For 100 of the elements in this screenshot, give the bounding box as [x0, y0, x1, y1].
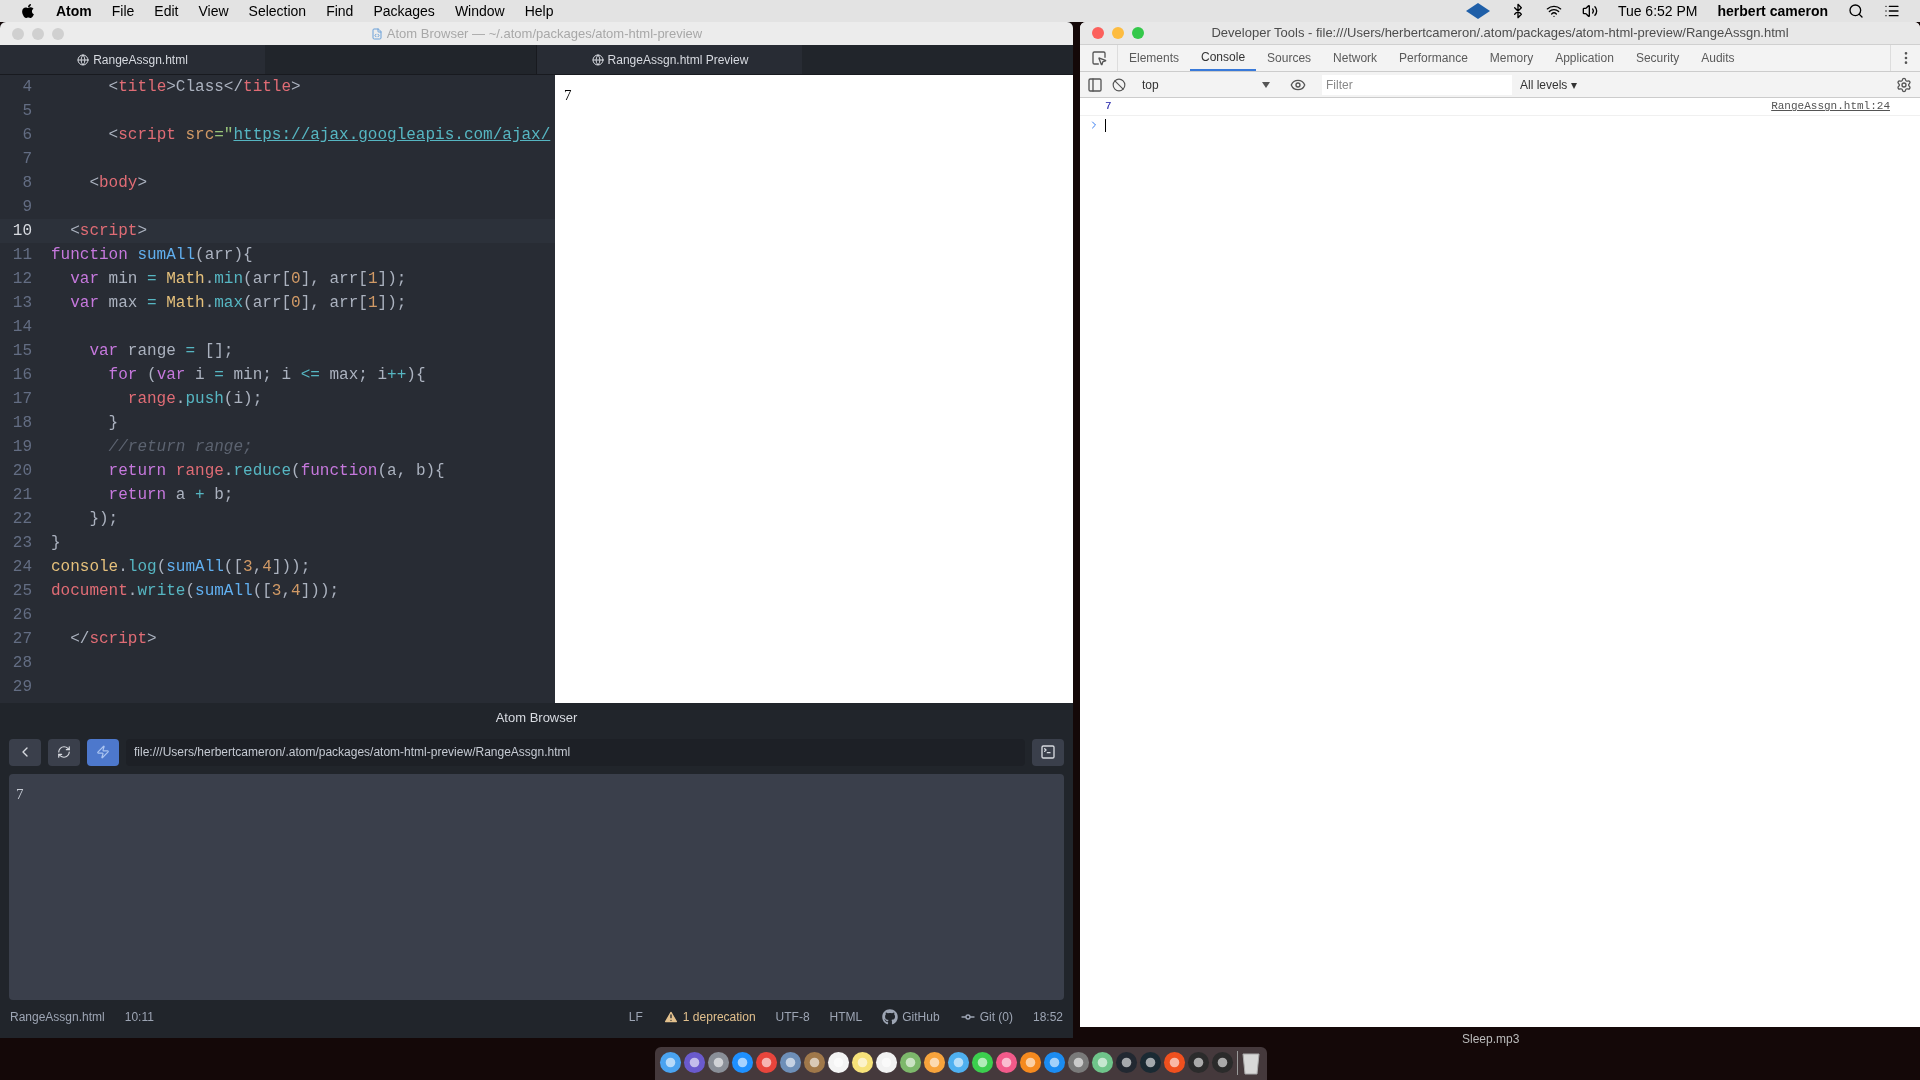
filter-field[interactable]: Filter: [1322, 74, 1512, 95]
console-input-caret[interactable]: [1105, 118, 1106, 132]
devtools-tab[interactable]: Application: [1544, 45, 1625, 71]
editor-tab[interactable]: RangeAssgn.html Preview: [537, 45, 803, 74]
menu-item[interactable]: View: [198, 0, 229, 22]
code-line: //return range;: [107, 437, 253, 458]
line-number: 28: [11, 653, 33, 674]
trash-icon[interactable]: [1241, 1051, 1261, 1075]
line-number: 26: [11, 605, 33, 626]
devtools-tab[interactable]: Audits: [1690, 45, 1746, 71]
menu-app-name[interactable]: Atom: [56, 0, 92, 22]
devtools-tab[interactable]: Elements: [1118, 45, 1191, 71]
apple-icon[interactable]: [20, 3, 36, 19]
clear-console-icon[interactable]: [1112, 77, 1126, 92]
menu-user-name[interactable]: herbert cameron: [1717, 0, 1828, 22]
line-number: 6: [21, 125, 33, 146]
menu-item[interactable]: Help: [524, 0, 554, 22]
code-line: var range = [];: [88, 341, 234, 362]
menu-item[interactable]: Window: [454, 0, 505, 22]
levels-dropdown[interactable]: All levels ▾: [1520, 75, 1577, 94]
status-git[interactable]: Git (0): [979, 1008, 1013, 1026]
app-icon[interactable]: [899, 1051, 922, 1074]
line-number: 18: [11, 413, 33, 434]
app-icon[interactable]: [1163, 1051, 1186, 1074]
app-icon[interactable]: [1115, 1051, 1138, 1074]
app-icon[interactable]: [707, 1051, 730, 1074]
volume-icon[interactable]: [1581, 3, 1598, 19]
app-icon[interactable]: [1211, 1051, 1234, 1074]
app-icon[interactable]: [1043, 1051, 1066, 1074]
menu-item[interactable]: Find: [326, 0, 354, 22]
status-time[interactable]: 18:52: [1032, 1008, 1063, 1026]
line-number: 13: [11, 293, 33, 314]
desktop-file-label[interactable]: Sleep.mp3: [1462, 1030, 1520, 1048]
menu-item[interactable]: File: [111, 0, 135, 22]
app-icon[interactable]: [923, 1051, 946, 1074]
context-selector[interactable]: top: [1142, 75, 1274, 94]
status-encoding[interactable]: UTF-8: [775, 1008, 810, 1026]
app-icon[interactable]: [995, 1051, 1018, 1074]
source-link[interactable]: RangeAssgn.html:24: [1771, 98, 1890, 115]
app-icon[interactable]: [1187, 1051, 1210, 1074]
app-icon[interactable]: [1091, 1051, 1114, 1074]
line-number: 29: [11, 677, 33, 698]
app-icon[interactable]: [731, 1051, 754, 1074]
code-editor[interactable]: [0, 75, 555, 703]
list-icon[interactable]: [1884, 3, 1900, 19]
status-line-ending[interactable]: LF: [628, 1008, 643, 1026]
code-line: for (var i = min; i <= max; i++){: [107, 365, 426, 386]
code-line: }: [107, 413, 119, 434]
github-icon: [882, 1009, 899, 1025]
app-icon[interactable]: [875, 1051, 898, 1074]
app-icon[interactable]: [683, 1051, 706, 1074]
code-line: return a + b;: [107, 485, 234, 506]
app-icon[interactable]: [971, 1051, 994, 1074]
app-icon[interactable]: [755, 1051, 778, 1074]
terminal-icon: [1040, 744, 1056, 760]
terminal-button[interactable]: [1032, 738, 1064, 766]
devtools-tab[interactable]: Performance: [1388, 45, 1479, 71]
url-field[interactable]: file:///Users/herbertcameron/.atom/packages/atom-html-preview/RangeAssgn.html: [126, 738, 1025, 766]
code-line: <body>: [88, 173, 148, 194]
back-button[interactable]: [9, 738, 41, 766]
reload-button[interactable]: [48, 738, 80, 766]
status-grammar[interactable]: HTML: [829, 1008, 863, 1026]
code-line: var min = Math.min(arr[0], arr[1]);: [69, 269, 407, 290]
app-icon[interactable]: [947, 1051, 970, 1074]
diamond-logo-icon[interactable]: [1465, 3, 1490, 19]
lightning-button[interactable]: [87, 738, 119, 766]
code-line: <title>Class</title>: [107, 77, 301, 98]
devtools-tab[interactable]: Memory: [1478, 45, 1545, 71]
app-icon[interactable]: [659, 1051, 682, 1074]
editor-tab[interactable]: RangeAssgn.html: [0, 45, 265, 74]
code-line: var max = Math.max(arr[0], arr[1]);: [69, 293, 407, 314]
status-github[interactable]: GitHub: [902, 1008, 940, 1026]
app-icon[interactable]: [1019, 1051, 1042, 1074]
devtools-tab[interactable]: Network: [1322, 45, 1389, 71]
line-number: 4: [21, 77, 33, 98]
settings-icon[interactable]: [1896, 76, 1912, 93]
app-icon[interactable]: [1067, 1051, 1090, 1074]
code-line: }: [51, 533, 61, 554]
code-line: </script>: [69, 629, 157, 650]
devtools-tab[interactable]: Security: [1624, 45, 1691, 71]
file-icon: [370, 27, 383, 40]
wifi-icon[interactable]: [1545, 3, 1562, 19]
app-icon[interactable]: [803, 1051, 826, 1074]
app-icon[interactable]: [851, 1051, 874, 1074]
devtools-tab[interactable]: Sources: [1256, 45, 1323, 71]
status-file-name[interactable]: RangeAssgn.html: [10, 1008, 105, 1026]
line-number: 17: [11, 389, 33, 410]
sidebar-toggle-icon[interactable]: [1087, 76, 1103, 93]
inspect-icon[interactable]: [1090, 50, 1107, 66]
app-icon[interactable]: [827, 1051, 850, 1074]
menu-item[interactable]: Selection: [248, 0, 307, 22]
search-icon[interactable]: [1848, 3, 1864, 19]
menu-item[interactable]: Packages: [373, 0, 435, 22]
line-number: 22: [11, 509, 33, 530]
app-icon[interactable]: [779, 1051, 802, 1074]
status-cursor-position[interactable]: 10:11: [124, 1008, 154, 1026]
app-icon[interactable]: [1139, 1051, 1162, 1074]
menu-item[interactable]: Edit: [154, 0, 179, 22]
status-deprecation[interactable]: 1 deprecation: [682, 1008, 756, 1026]
menu-clock[interactable]: Tue 6:52 PM: [1617, 0, 1698, 22]
